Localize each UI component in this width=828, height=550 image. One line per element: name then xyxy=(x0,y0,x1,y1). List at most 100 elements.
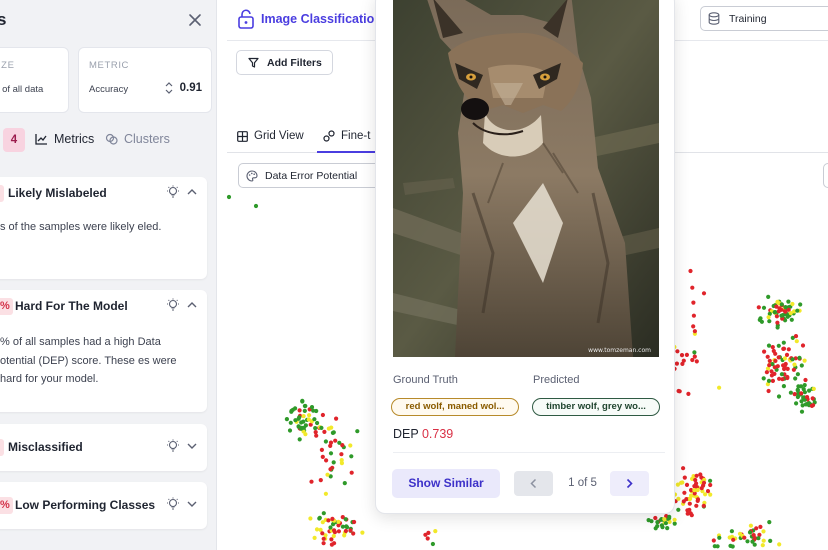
embedding-point[interactable] xyxy=(688,268,693,274)
show-similar-button[interactable]: Show Similar xyxy=(392,469,500,498)
embedding-point[interactable] xyxy=(680,361,685,366)
embedding-point[interactable] xyxy=(690,357,695,363)
alerts-count-badge[interactable]: 4 xyxy=(3,128,25,152)
bulb-icon[interactable] xyxy=(166,185,180,200)
embedding-point[interactable] xyxy=(336,529,341,534)
ground-truth-pill[interactable]: red wolf, maned wol... xyxy=(391,398,519,416)
embedding-point[interactable] xyxy=(692,329,697,334)
split-select[interactable]: Training xyxy=(700,6,828,31)
embedding-point[interactable] xyxy=(426,530,431,535)
embedding-point[interactable] xyxy=(761,538,766,543)
embedding-point[interactable] xyxy=(717,385,722,390)
embedding-point[interactable] xyxy=(330,516,335,521)
embedding-point[interactable] xyxy=(336,519,341,524)
embedding-point[interactable] xyxy=(783,309,788,314)
embedding-point[interactable] xyxy=(792,392,797,397)
embedding-point[interactable] xyxy=(433,529,438,534)
embedding-point[interactable] xyxy=(766,294,771,299)
embedding-point[interactable] xyxy=(331,533,336,539)
embedding-point[interactable] xyxy=(694,359,699,364)
embedding-point[interactable] xyxy=(699,486,704,491)
embedding-point[interactable] xyxy=(686,391,691,396)
embedding-point[interactable] xyxy=(344,524,349,529)
embedding-point[interactable] xyxy=(297,408,302,413)
embedding-point[interactable] xyxy=(311,408,316,413)
next-sample-button[interactable] xyxy=(610,471,649,496)
embedding-point[interactable] xyxy=(694,481,699,486)
embedding-point[interactable] xyxy=(745,539,750,544)
embedding-point[interactable] xyxy=(306,417,311,422)
embedding-point[interactable] xyxy=(692,354,697,359)
embedding-point[interactable] xyxy=(309,479,314,484)
embedding-point[interactable] xyxy=(767,319,772,324)
embedding-point[interactable] xyxy=(323,491,328,496)
tab-metrics[interactable]: Metrics xyxy=(35,132,94,146)
embedding-point[interactable] xyxy=(774,304,779,309)
embedding-point[interactable] xyxy=(786,299,791,304)
embedding-point[interactable] xyxy=(688,496,693,501)
chevron-up-icon[interactable] xyxy=(187,188,197,196)
embedding-point[interactable] xyxy=(675,482,680,487)
embedding-point[interactable] xyxy=(777,376,782,381)
embedding-point[interactable] xyxy=(762,349,767,354)
embedding-point[interactable] xyxy=(774,314,780,319)
embedding-point[interactable] xyxy=(756,536,761,541)
alert-hard-for-model[interactable]: % Hard For The Model % of all samples ha… xyxy=(0,290,207,412)
embedding-point[interactable] xyxy=(712,544,717,549)
embedding-point[interactable] xyxy=(805,395,810,400)
embedding-point[interactable] xyxy=(328,440,334,445)
embedding-point[interactable] xyxy=(284,417,289,422)
embedding-point[interactable] xyxy=(343,528,348,534)
embedding-point[interactable] xyxy=(317,515,322,520)
embedding-point[interactable] xyxy=(766,378,772,383)
embedding-point[interactable] xyxy=(672,521,677,526)
embedding-point[interactable] xyxy=(293,406,298,411)
embedding-point[interactable] xyxy=(352,519,357,525)
embedding-point[interactable] xyxy=(767,358,772,363)
embedding-point[interactable] xyxy=(711,538,716,543)
embedding-point[interactable] xyxy=(776,355,781,360)
embedding-point[interactable] xyxy=(682,490,687,495)
embedding-point[interactable] xyxy=(646,518,651,523)
bulb-icon[interactable] xyxy=(166,439,180,454)
embedding-point[interactable] xyxy=(694,473,699,478)
embedding-point[interactable] xyxy=(793,376,798,381)
sort-icon[interactable] xyxy=(165,82,173,94)
tab-fine-tune[interactable]: Fine-t xyxy=(323,130,370,142)
embedding-point[interactable] xyxy=(701,503,706,508)
bulb-icon[interactable] xyxy=(166,497,180,512)
chevron-down-icon[interactable] xyxy=(187,442,197,450)
embedding-point[interactable] xyxy=(767,363,772,368)
embedding-point[interactable] xyxy=(662,517,667,522)
embedding-point[interactable] xyxy=(325,472,330,477)
bulb-icon[interactable] xyxy=(166,298,180,313)
embedding-point[interactable] xyxy=(690,285,695,290)
embedding-point[interactable] xyxy=(754,526,759,531)
embedding-point[interactable] xyxy=(765,354,770,359)
alert-header[interactable]: Misclassified xyxy=(0,431,207,463)
embedding-point[interactable] xyxy=(779,313,784,318)
embedding-point[interactable] xyxy=(663,521,668,526)
embedding-point[interactable] xyxy=(693,477,698,483)
embedding-point[interactable] xyxy=(681,499,686,504)
embedding-point[interactable] xyxy=(320,454,325,459)
embedding-point[interactable] xyxy=(802,383,807,388)
embedding-point[interactable] xyxy=(782,356,788,361)
embedding-point[interactable] xyxy=(717,535,722,540)
embedding-point[interactable] xyxy=(802,358,807,363)
embedding-point[interactable] xyxy=(761,376,766,381)
embedding-point[interactable] xyxy=(767,520,772,525)
embedding-point[interactable] xyxy=(687,507,692,512)
embedding-point[interactable] xyxy=(339,458,344,463)
embedding-point[interactable] xyxy=(789,317,794,322)
embedding-point[interactable] xyxy=(729,529,735,534)
embedding-point[interactable] xyxy=(742,535,747,540)
embedding-point[interactable] xyxy=(320,531,325,536)
embedding-point[interactable] xyxy=(313,426,318,431)
embedding-point[interactable] xyxy=(322,429,327,434)
embedding-point[interactable] xyxy=(321,511,326,516)
embedding-point[interactable] xyxy=(775,320,780,325)
embedding-point[interactable] xyxy=(676,496,681,501)
embedding-point[interactable] xyxy=(691,324,696,329)
embedding-point[interactable] xyxy=(708,482,713,488)
